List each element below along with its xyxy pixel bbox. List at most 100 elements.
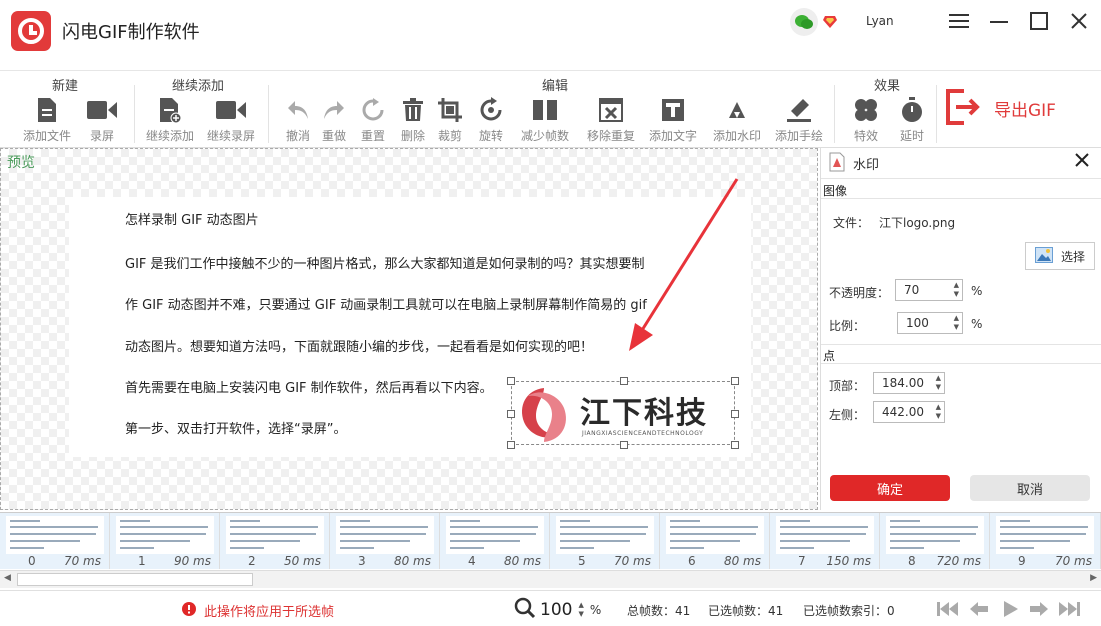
resize-handle[interactable] [731, 441, 739, 449]
spinner-arrows-icon[interactable]: ▲ ▼ [936, 403, 941, 421]
add-watermark-button[interactable]: 添加水印 [709, 95, 765, 145]
watermark-panel-icon [829, 152, 845, 175]
watermark-icon [709, 95, 765, 125]
scale-label: 比例： [829, 319, 866, 333]
delay-button[interactable]: 延时 [884, 95, 940, 145]
file-label: 文件： [833, 216, 870, 230]
group-label-continue: 继续添加 [172, 79, 225, 94]
preview-line: 第一步、双击打开软件，选择“录屏”。 [125, 422, 347, 437]
resize-handle[interactable] [731, 410, 739, 418]
rotate-icon [463, 95, 519, 125]
brush-icon [771, 95, 827, 125]
preview-line: 首先需要在电脑上安装闪电 GIF 制作软件，然后再看以下内容。 [125, 381, 493, 396]
preview-area[interactable]: 预览 怎样录制 GIF 动态图片 GIF 是我们工作中接触不少的一种图片格式，那… [0, 148, 818, 510]
frame-thumbnail[interactable]: 1 90 ms [110, 513, 220, 569]
frame-thumbnail[interactable]: 0 70 ms [0, 513, 110, 569]
record-button[interactable]: 录屏 [74, 95, 130, 145]
image-section-label: 图像 [823, 184, 848, 198]
preview-line: GIF 是我们工作中接触不少的一种图片格式，那么大家都知道是如何录制的吗？其实想… [125, 257, 645, 272]
close-icon[interactable] [1066, 8, 1092, 34]
next-frame-icon[interactable] [1028, 600, 1050, 618]
spinner-arrows-icon[interactable]: ▲ ▼ [578, 601, 583, 619]
scroll-right-icon[interactable]: ▶ [1090, 573, 1097, 583]
frames-icon [517, 95, 573, 125]
rotate-button[interactable]: 旋转 [463, 95, 519, 145]
selected-frames: 已选帧数：41 [708, 604, 784, 618]
scroll-left-icon[interactable]: ◀ [4, 573, 11, 583]
group-label-edit: 编辑 [542, 79, 569, 94]
opacity-input[interactable]: 70 ▲ ▼ [895, 279, 963, 301]
text-icon [645, 95, 701, 125]
spinner-arrows-icon[interactable]: ▲ ▼ [954, 281, 959, 299]
panel-close-icon[interactable] [1075, 152, 1089, 171]
export-gif-button[interactable]: 导出GIF [944, 85, 1094, 131]
frame-thumbnail[interactable]: 5 70 ms [550, 513, 660, 569]
point-section-label: 点 [823, 349, 836, 363]
maximize-icon[interactable] [1026, 8, 1052, 34]
left-input[interactable]: 442.00 ▲ ▼ [873, 401, 945, 423]
previous-frame-icon[interactable] [968, 600, 990, 618]
opacity-label: 不透明度： [829, 286, 890, 300]
frame-thumbnail[interactable]: 6 80 ms [660, 513, 770, 569]
spinner-arrows-icon[interactable]: ▲ ▼ [936, 374, 941, 392]
zoom-control[interactable]: 100 ▲ ▼ % [514, 597, 601, 622]
frame-thumbnail[interactable]: 3 80 ms [330, 513, 440, 569]
add-drawing-button[interactable]: 添加手绘 [771, 95, 827, 145]
menu-icon[interactable] [946, 8, 972, 34]
remove-duplicates-button[interactable]: 移除重复 [583, 95, 639, 145]
play-icon[interactable] [1000, 600, 1022, 618]
file-value: 江下logo.png [879, 216, 956, 230]
group-label-effects: 效果 [874, 79, 901, 94]
horizontal-scrollbar[interactable]: ◀ ▶ [0, 570, 1101, 588]
choose-image-button[interactable]: 选择 [1025, 242, 1095, 270]
title-bar: 闪电GIF制作软件 Lyan [0, 0, 1101, 70]
resize-handle[interactable] [620, 441, 628, 449]
frame-thumbnail[interactable]: 9 70 ms [990, 513, 1101, 569]
preview-line: 作 GIF 动态图并不难，只要通过 GIF 动画录制工具就可以在电脑上录制屏幕制… [125, 298, 647, 313]
continue-record-button[interactable]: 继续录屏 [203, 95, 259, 145]
scale-input[interactable]: 100 ▲ ▼ [897, 312, 963, 334]
watermark-panel: 水印 图像 文件： 江下logo.png 选择 不透明度： 70 ▲ ▼ % 比例… [820, 148, 1101, 510]
resize-handle[interactable] [620, 377, 628, 385]
wechat-icon[interactable] [790, 8, 818, 36]
resize-handle[interactable] [731, 377, 739, 385]
panel-title: 水印 [853, 158, 880, 173]
username[interactable]: Lyan [866, 14, 894, 28]
apply-warning: 此操作将应用于所选帧 [182, 601, 334, 620]
total-frames: 总帧数：41 [627, 604, 691, 618]
add-file-button[interactable]: 添加文件 [19, 95, 75, 145]
zoom-value[interactable]: 100 [540, 600, 572, 620]
selected-frame-index: 已选帧数索引：0 [803, 604, 895, 618]
red-arrow-annotation [629, 178, 739, 351]
top-input[interactable]: 184.00 ▲ ▼ [873, 372, 945, 394]
resize-handle[interactable] [507, 441, 515, 449]
add-text-button[interactable]: 添加文字 [645, 95, 701, 145]
minimize-icon[interactable] [986, 8, 1012, 34]
vip-diamond-icon[interactable] [822, 13, 838, 29]
file-add-icon [142, 95, 198, 125]
continue-add-button[interactable]: 继续添加 [142, 95, 198, 145]
watermark-selection[interactable]: 江下科技 JIANGXIASCIENCEANDTECHNOLOGY [507, 377, 739, 449]
stopwatch-icon [884, 95, 940, 125]
spinner-arrows-icon[interactable]: ▲ ▼ [954, 314, 959, 332]
frame-thumbnail[interactable]: 7 150 ms [770, 513, 880, 569]
reduce-frames-button[interactable]: 减少帧数 [517, 95, 573, 145]
search-icon [514, 597, 536, 622]
frame-thumbnail[interactable]: 8 720 ms [880, 513, 990, 569]
frame-thumbnail[interactable]: 4 80 ms [440, 513, 550, 569]
remove-duplicate-icon [583, 95, 639, 125]
cancel-button[interactable]: 取消 [970, 475, 1090, 501]
status-bar: 此操作将应用于所选帧 100 ▲ ▼ % 总帧数：41 已选帧数：41 已选帧数索… [0, 590, 1101, 626]
frame-thumbnail[interactable]: 2 50 ms [220, 513, 330, 569]
scrollbar-thumb[interactable] [17, 573, 253, 586]
frame-strip: 0 70 ms 1 90 ms 2 50 ms 3 80 ms 4 80 ms 5 70 m… [0, 512, 1101, 588]
app-title: 闪电GIF制作软件 [62, 22, 200, 43]
preview-line: 动态图片。想要知道方法吗，下面就跟随小编的步伐，一起看看是如何实现的吧！ [125, 340, 594, 355]
resize-handle[interactable] [507, 410, 515, 418]
first-frame-icon[interactable] [937, 600, 959, 618]
last-frame-icon[interactable] [1058, 600, 1080, 618]
file-icon [19, 95, 75, 125]
top-label: 顶部： [829, 379, 866, 393]
resize-handle[interactable] [507, 377, 515, 385]
ok-button[interactable]: 确定 [830, 475, 950, 501]
